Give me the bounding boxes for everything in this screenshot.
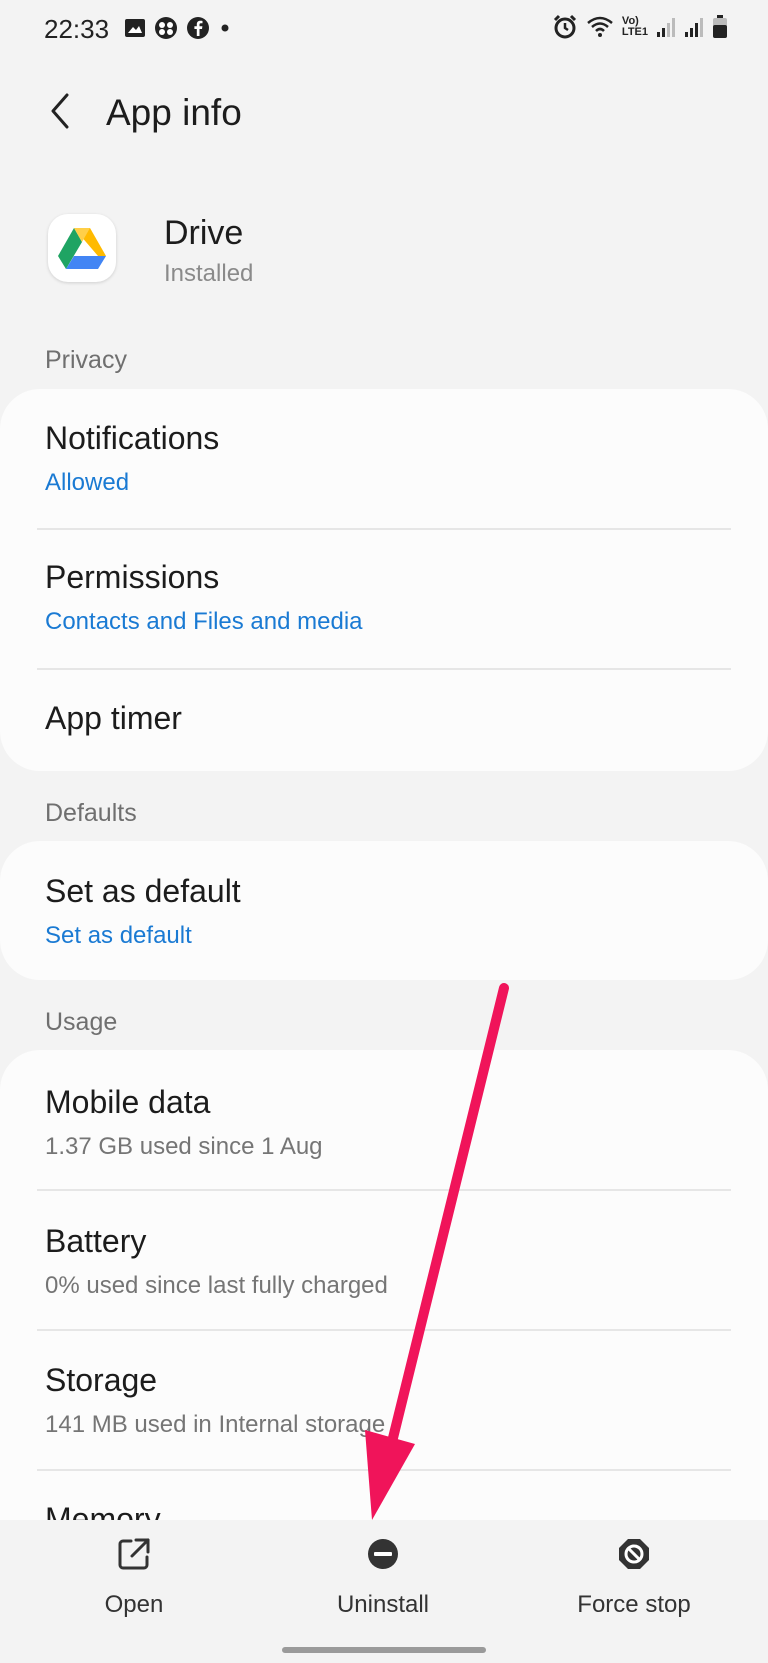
- alarm-icon: [552, 14, 578, 40]
- row-title: Battery: [45, 1223, 147, 1259]
- force-stop-icon: [616, 1536, 652, 1577]
- status-left-icons: [124, 16, 232, 40]
- uninstall-label: Uninstall: [336, 1591, 430, 1618]
- defaults-card: Set as default Set as default: [0, 841, 768, 980]
- back-button[interactable]: [38, 88, 82, 138]
- volte-line2: LTE1: [621, 26, 648, 38]
- status-right-icons: Vo) LTE1: [552, 14, 728, 40]
- app-timer-row[interactable]: App timer: [0, 670, 768, 771]
- app-name: Drive: [164, 214, 244, 252]
- chevron-left-icon: [47, 91, 73, 136]
- wifi-icon: [586, 15, 614, 39]
- row-title: Permissions: [45, 559, 220, 595]
- app-bar: App info: [0, 80, 768, 146]
- volte-icon: Vo) LTE1: [622, 16, 648, 38]
- row-title: Storage: [45, 1362, 158, 1398]
- row-subtitle: Set as default: [45, 922, 192, 949]
- facebook-icon: [186, 16, 210, 40]
- row-title: Set as default: [45, 873, 241, 909]
- force-stop-button[interactable]: Force stop: [560, 1536, 708, 1619]
- signal-icon: [684, 16, 704, 38]
- row-title: Mobile data: [45, 1084, 211, 1120]
- status-bar: 22:33 Vo) LTE1: [0, 0, 768, 60]
- row-title: Memory: [45, 1501, 161, 1522]
- open-label: Open: [104, 1591, 164, 1618]
- memory-row[interactable]: Memory: [0, 1471, 768, 1522]
- section-label-privacy: Privacy: [45, 346, 127, 374]
- section-label-usage: Usage: [45, 1008, 118, 1036]
- storage-row[interactable]: Storage 141 MB used in Internal storage: [0, 1331, 768, 1469]
- app-summary: Drive Installed: [0, 200, 768, 300]
- signal-icon: [656, 16, 676, 38]
- game-controller-icon: [154, 16, 178, 40]
- battery-row[interactable]: Battery 0% used since last fully charged: [0, 1191, 768, 1329]
- mobile-data-row[interactable]: Mobile data 1.37 GB used since 1 Aug: [0, 1050, 768, 1189]
- dot-icon: [218, 21, 232, 35]
- row-subtitle: 141 MB used in Internal storage: [45, 1411, 386, 1438]
- open-external-icon: [116, 1536, 152, 1577]
- notifications-row[interactable]: Notifications Allowed: [0, 389, 768, 528]
- row-subtitle: Allowed: [45, 469, 130, 496]
- row-title: App timer: [45, 700, 182, 736]
- bottom-action-bar: Open Uninstall Force stop: [0, 1520, 768, 1663]
- usage-card: Mobile data 1.37 GB used since 1 Aug Bat…: [0, 1050, 768, 1522]
- google-drive-icon: [48, 214, 116, 282]
- permissions-row[interactable]: Permissions Contacts and Files and media: [0, 530, 768, 668]
- app-install-status: Installed: [164, 260, 254, 287]
- page-title: App info: [106, 92, 242, 133]
- privacy-card: Notifications Allowed Permissions Contac…: [0, 389, 768, 771]
- uninstall-button[interactable]: Uninstall: [323, 1536, 443, 1619]
- row-title: Notifications: [45, 420, 220, 456]
- status-time: 22:33: [44, 14, 110, 44]
- force-stop-label: Force stop: [577, 1591, 691, 1618]
- set-as-default-row[interactable]: Set as default Set as default: [0, 841, 768, 980]
- battery-icon: [712, 15, 728, 39]
- row-subtitle: 0% used since last fully charged: [45, 1272, 388, 1299]
- row-subtitle: Contacts and Files and media: [45, 608, 363, 635]
- row-subtitle: 1.37 GB used since 1 Aug: [45, 1133, 323, 1160]
- gallery-icon: [124, 17, 146, 39]
- uninstall-icon: [365, 1536, 401, 1577]
- section-label-defaults: Defaults: [45, 799, 137, 827]
- gesture-nav-handle[interactable]: [282, 1647, 486, 1653]
- open-button[interactable]: Open: [84, 1536, 184, 1619]
